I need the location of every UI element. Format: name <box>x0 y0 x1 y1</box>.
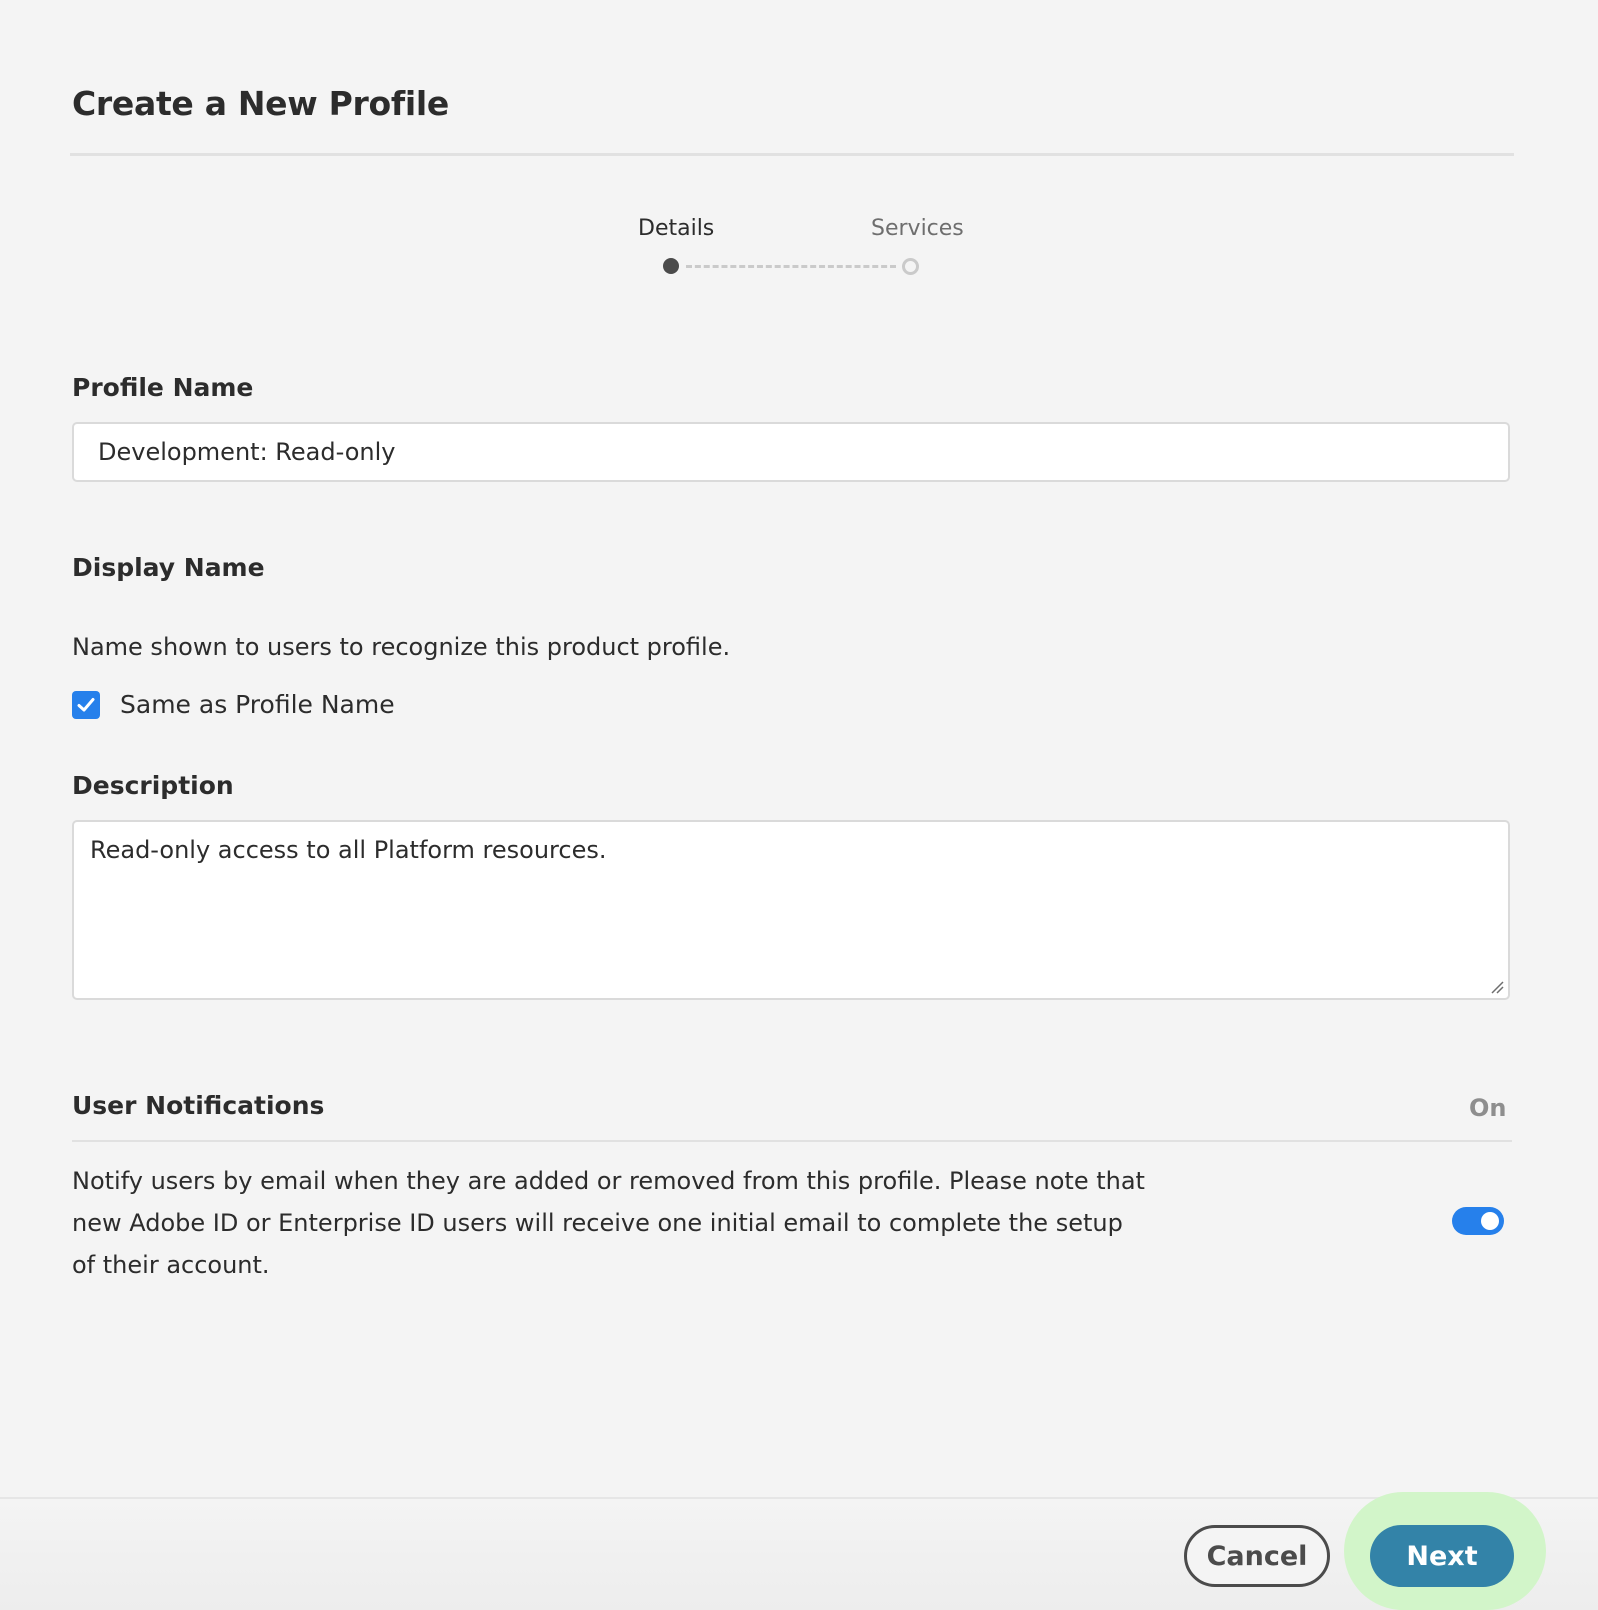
checkmark-icon <box>77 697 95 711</box>
toggle-knob <box>1481 1212 1499 1230</box>
dialog-title: Create a New Profile <box>72 84 450 123</box>
description-textarea[interactable]: Read-only access to all Platform resourc… <box>72 820 1510 1000</box>
same-as-profile-name-checkbox[interactable] <box>72 690 100 719</box>
step-details-label: Details <box>638 216 715 241</box>
step-track <box>686 265 896 268</box>
next-button[interactable]: Next <box>1370 1525 1514 1587</box>
step-services-dot <box>902 258 919 275</box>
notifications-description: Notify users by email when they are adde… <box>72 1167 1145 1279</box>
notifications-toggle[interactable] <box>1452 1207 1504 1235</box>
display-name-help: Name shown to users to recognize this pr… <box>72 633 731 661</box>
step-details-dot <box>663 258 679 274</box>
resize-handle-icon[interactable] <box>1490 980 1504 994</box>
description-label: Description <box>72 771 234 800</box>
display-name-label: Display Name <box>72 553 265 582</box>
cancel-button[interactable]: Cancel <box>1184 1525 1330 1587</box>
profile-name-input[interactable]: Development: Read-only <box>72 422 1510 482</box>
profile-name-label: Profile Name <box>72 373 254 402</box>
user-notifications-label: User Notifications <box>72 1091 325 1120</box>
step-services-label: Services <box>871 216 964 241</box>
same-as-profile-name-row[interactable]: Same as Profile Name <box>72 690 395 719</box>
notifications-state-text: On <box>1469 1094 1507 1122</box>
notifications-divider <box>72 1140 1512 1142</box>
same-as-profile-name-label[interactable]: Same as Profile Name <box>120 690 395 719</box>
title-divider <box>70 153 1514 156</box>
description-value: Read-only access to all Platform resourc… <box>90 836 607 864</box>
